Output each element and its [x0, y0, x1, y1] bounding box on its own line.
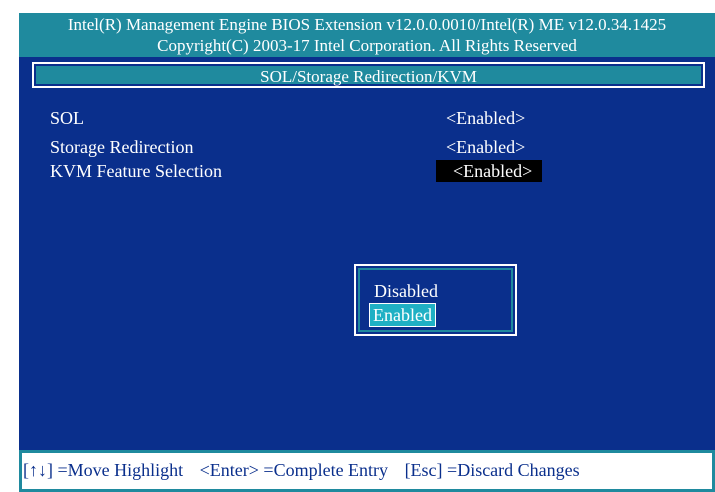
setting-value-storage-redirection[interactable]: <Enabled> — [446, 136, 525, 158]
main-panel: SOL/Storage Redirection/KVM SOL <Enabled… — [19, 57, 715, 492]
popup-option-enabled[interactable]: Enabled — [369, 303, 436, 327]
help-discard-changes: [Esc] =Discard Changes — [404, 460, 580, 480]
bios-screen: Intel(R) Management Engine BIOS Extensio… — [0, 0, 715, 492]
page-title-bar: SOL/Storage Redirection/KVM — [32, 62, 705, 88]
setting-label-kvm-feature-selection: KVM Feature Selection — [50, 161, 222, 181]
help-complete-entry: <Enter> =Complete Entry — [199, 460, 389, 480]
setting-label-sol: SOL — [50, 108, 85, 128]
header-copyright-text: Copyright(C) 2003-17 Intel Corporation. … — [157, 36, 577, 55]
setting-value-kvm-feature-selection[interactable]: <Enabled> — [436, 160, 543, 182]
header-version-text: Intel(R) Management Engine BIOS Extensio… — [67, 15, 667, 34]
footer-help-inner: [↑↓] =Move Highlight <Enter> =Complete E… — [22, 453, 712, 489]
setting-value-sol[interactable]: <Enabled> — [446, 107, 525, 129]
option-popup: Disabled Enabled — [354, 264, 517, 336]
page-title: SOL/Storage Redirection/KVM — [34, 64, 703, 86]
help-move-highlight: [↑↓] =Move Highlight — [23, 460, 184, 480]
setting-label-storage-redirection: Storage Redirection — [50, 137, 194, 157]
popup-option-disabled[interactable]: Disabled — [371, 280, 441, 302]
header: Intel(R) Management Engine BIOS Extensio… — [19, 13, 715, 57]
footer-help-bar: [↑↓] =Move Highlight <Enter> =Complete E… — [19, 450, 715, 492]
